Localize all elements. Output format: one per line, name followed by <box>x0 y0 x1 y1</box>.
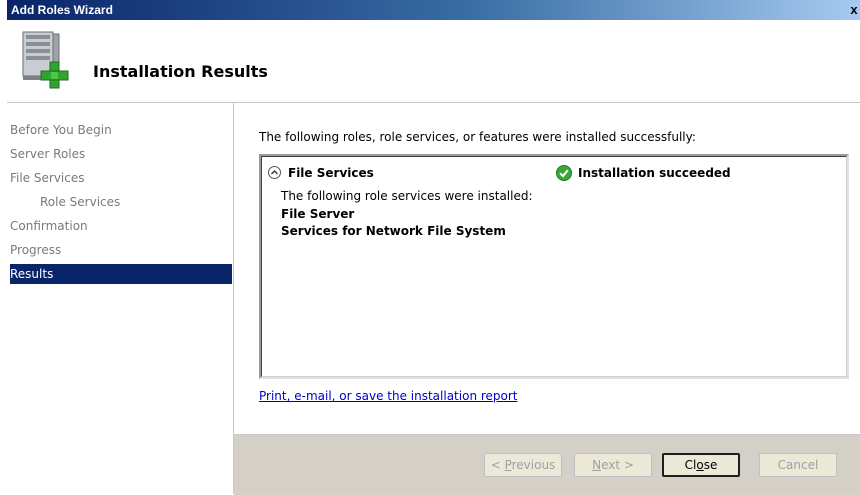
sidebar-item-label: Role Services <box>40 195 121 209</box>
sidebar-item-before-you-begin[interactable]: Before You Begin <box>10 120 232 140</box>
sidebar-item-label: Results <box>10 267 54 281</box>
wizard-navigation: Before You Begin Server Roles File Servi… <box>7 103 234 494</box>
installation-report-link[interactable]: Print, e-mail, or save the installation … <box>259 389 518 403</box>
results-intro-text: The following roles, role services, or f… <box>259 130 696 144</box>
installed-service: File Server <box>281 207 355 221</box>
server-add-icon <box>22 31 69 89</box>
close-button[interactable]: Close <box>662 453 740 477</box>
access-key: P <box>504 458 512 472</box>
window-title: Add Roles Wizard <box>11 3 113 17</box>
result-row: File Services Installation succeeded <box>268 165 838 182</box>
label-part: Cl <box>684 458 697 472</box>
sidebar-item-label: Before You Begin <box>10 123 112 137</box>
label-part: < <box>490 458 505 472</box>
sidebar-item-server-roles[interactable]: Server Roles <box>10 144 232 164</box>
label-part: se <box>703 458 718 472</box>
add-roles-wizard-window: Add Roles Wizard x Installation Results … <box>7 0 860 495</box>
results-content: The following roles, role services, or f… <box>234 103 860 434</box>
sidebar-item-progress[interactable]: Progress <box>10 240 232 260</box>
access-key: N <box>592 458 602 472</box>
installed-service: Services for Network File System <box>281 224 506 238</box>
previous-button[interactable]: < Previous <box>484 453 562 477</box>
label-part: ext > <box>601 458 634 472</box>
sidebar-item-file-services[interactable]: File Services <box>10 168 232 188</box>
results-list[interactable]: File Services Installation succeeded The… <box>259 154 849 379</box>
status-text: Installation succeeded <box>578 166 731 180</box>
access-key: o <box>696 458 704 472</box>
wizard-footer: < Previous Next > Close Cancel <box>234 434 860 495</box>
sidebar-item-role-services[interactable]: Role Services <box>10 192 232 212</box>
next-button[interactable]: Next > <box>574 453 652 477</box>
label-part: revious <box>511 458 556 472</box>
cancel-button[interactable]: Cancel <box>759 453 837 477</box>
sidebar-item-label: Progress <box>10 243 62 257</box>
close-button-label: Close <box>685 458 718 472</box>
success-check-icon <box>556 165 572 181</box>
sidebar-item-label: File Services <box>10 171 85 185</box>
sidebar-item-results[interactable]: Results <box>10 264 232 284</box>
previous-button-label: < Previous <box>491 458 556 472</box>
wizard-header: Installation Results <box>7 20 860 103</box>
close-window-button[interactable]: x <box>848 2 860 18</box>
results-list-frame: File Services Installation succeeded The… <box>261 156 847 377</box>
sidebar-item-confirmation[interactable]: Confirmation <box>10 216 232 236</box>
collapse-icon[interactable] <box>268 166 281 179</box>
title-bar[interactable]: Add Roles Wizard x <box>7 0 860 20</box>
role-name: File Services <box>288 166 374 180</box>
detail-intro: The following role services were install… <box>281 189 533 203</box>
sidebar-item-label: Server Roles <box>10 147 86 161</box>
page-title: Installation Results <box>93 62 268 81</box>
sidebar-item-label: Confirmation <box>10 219 88 233</box>
next-button-label: Next > <box>592 458 634 472</box>
